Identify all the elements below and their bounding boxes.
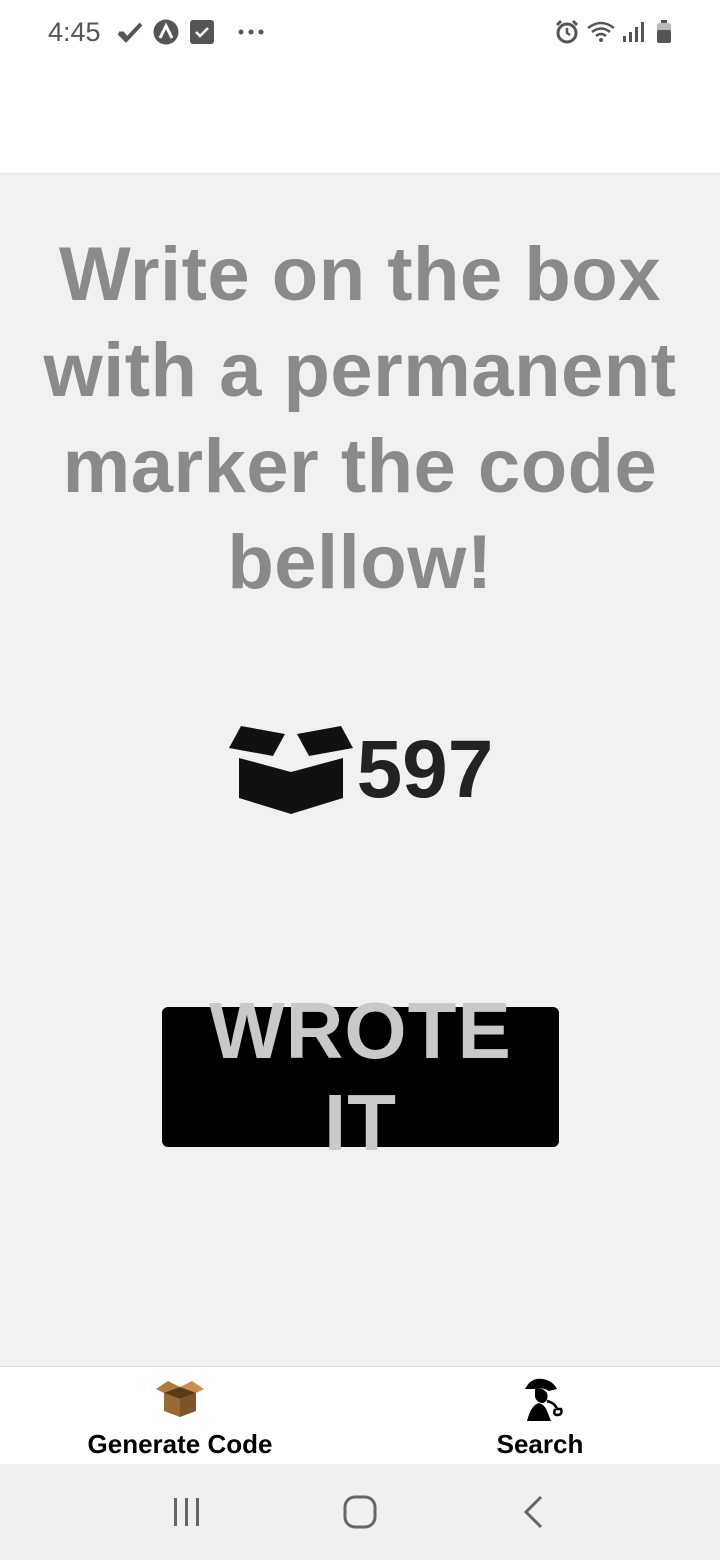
tab-search[interactable]: Search [360, 1367, 720, 1464]
tab-label-generate-code: Generate Code [87, 1429, 273, 1459]
status-time: 4:45 [48, 16, 101, 47]
battery-icon [656, 20, 672, 44]
tab-generate-code[interactable]: Generate Code [0, 1367, 360, 1464]
check-mark-icon [117, 21, 143, 43]
box-code: 597 [356, 724, 494, 815]
instruction-text: Write on the box with a permanent marker… [43, 232, 677, 605]
cardboard-box-icon [154, 1375, 206, 1423]
wrote-it-button[interactable]: WROTE IT [162, 986, 559, 1167]
status-right-icons [554, 19, 672, 45]
status-left-icons [117, 19, 265, 45]
recent-apps-icon[interactable] [157, 1482, 217, 1542]
home-icon[interactable] [330, 1482, 390, 1542]
system-nav-bar [0, 1464, 720, 1560]
main-content: Write on the box with a permanent marker… [0, 175, 720, 1365]
app-a-icon [153, 19, 179, 45]
back-icon[interactable] [503, 1482, 563, 1542]
open-box-icon [227, 724, 355, 816]
bottom-tab-bar: Generate Code Search [0, 1366, 720, 1464]
tab-label-search: Search [496, 1429, 584, 1459]
more-dots-icon [237, 28, 265, 36]
signal-icon [622, 20, 646, 44]
app-header [0, 64, 720, 174]
alarm-icon [554, 19, 580, 45]
code-display: 597 [0, 715, 720, 825]
checkbox-icon [189, 19, 215, 45]
wifi-icon [586, 20, 616, 44]
status-bar: 4:45 [0, 0, 720, 64]
detective-icon [513, 1375, 567, 1423]
